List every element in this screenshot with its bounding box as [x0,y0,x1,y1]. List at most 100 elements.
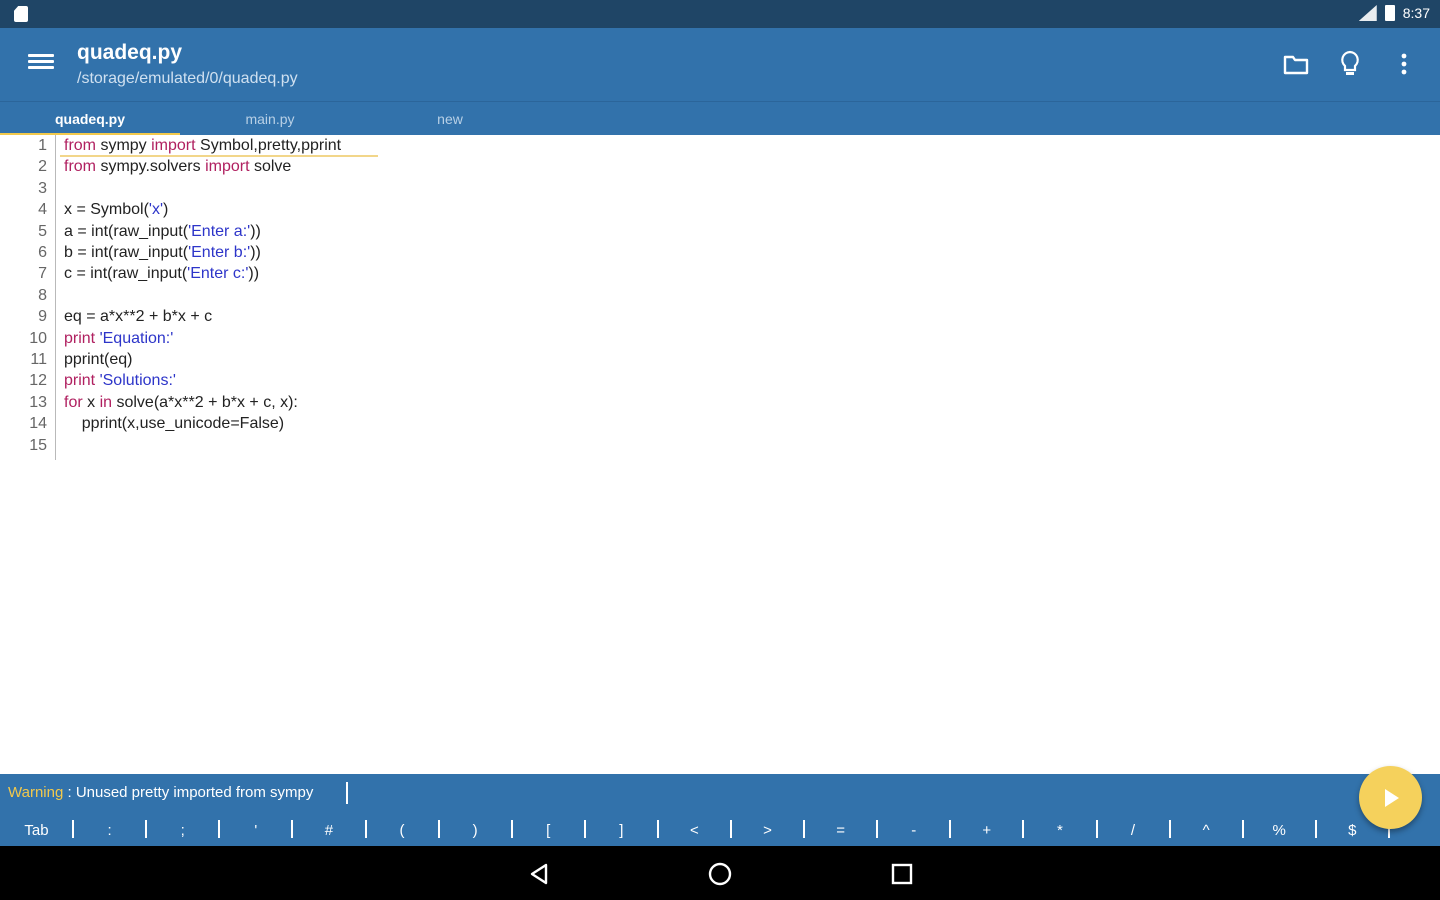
symbol-key[interactable]: ] [585,814,658,846]
symbol-key[interactable]: Tab [0,814,73,846]
symbol-key[interactable]: # [292,814,365,846]
symbol-key[interactable]: - [877,814,950,846]
code-text: pprint(x,use_unicode=False) [64,415,285,433]
code-keyword: from [64,137,96,154]
line-number: 2 [38,158,47,176]
code-line: x = Symbol('x') [64,201,168,219]
folder-icon[interactable] [1280,48,1312,80]
symbol-key[interactable]: > [731,814,804,846]
code-line: b = int(raw_input('Enter b:')) [64,244,261,262]
symbol-key[interactable]: ; [146,814,219,846]
input-cursor [346,782,348,804]
symbol-key[interactable]: + [950,814,1023,846]
code-text: eq = a*x**2 + b*x + c [64,308,213,326]
symbol-key[interactable]: < [658,814,731,846]
more-vert-icon[interactable] [1388,48,1420,80]
file-title: quadeq.py [77,41,183,64]
code-string: 'Solutions:' [99,372,176,390]
code-text: c = int(raw_input( [64,265,188,283]
warning-message: : Unused pretty imported from sympy [63,784,314,801]
code-line: from sympy import Symbol,pretty,pprint [64,137,341,155]
battery-icon [1384,5,1395,21]
code-keyword: import [151,137,196,154]
code-text: x = Symbol( [64,201,149,219]
code-line: c = int(raw_input('Enter c:')) [64,265,259,283]
tab-quadeq[interactable]: quadeq.py [0,102,180,136]
symbol-key[interactable]: ( [366,814,439,846]
code-text: )) [250,244,261,261]
code-keyword: print [64,329,96,347]
tab-new[interactable]: new [360,102,540,136]
symbol-key[interactable]: ' [219,814,292,846]
code-keyword: for [64,393,83,411]
line-number: 7 [38,265,47,283]
symbol-key[interactable]: % [1243,814,1316,846]
code-keyword: print [64,372,96,390]
code-text: pprint(eq) [64,351,133,368]
symbol-key[interactable]: ) [439,814,512,846]
code-text: a = int(raw_input( [64,222,189,240]
line-number: 10 [29,329,47,347]
symbol-key[interactable]: * [1023,814,1096,846]
line-number: 11 [30,351,47,368]
symbol-key-bar: Tab:; ' #()[] < > = - + * / ^% $ [0,814,1440,846]
code-string: 'Equation:' [99,329,174,347]
lightbulb-icon[interactable] [1334,48,1366,80]
code-text: b = int(raw_input( [64,244,189,261]
run-button[interactable] [1359,766,1422,829]
code-keyword: from [64,158,96,176]
code-line: a = int(raw_input('Enter a:')) [64,223,261,241]
file-path: /storage/emulated/0/quadeq.py [77,70,298,87]
recents-square-icon[interactable] [889,861,915,887]
status-bar: 8:37 [0,0,1440,28]
code-string: 'Enter c:' [187,265,249,283]
symbol-key[interactable]: : [73,814,146,846]
symbol-key[interactable]: = [804,814,877,846]
code-text: sympy.solvers [96,158,206,176]
file-tabs: quadeq.py main.py new [0,101,1440,136]
code-string: 'x' [148,201,164,219]
code-line: for x in solve(a*x**2 + b*x + c, x): [64,394,298,412]
hamburger-menu-icon[interactable] [28,51,54,77]
code-text: )) [248,265,260,283]
android-nav-bar [0,846,1440,900]
line-number: 4 [38,201,47,219]
code-text: )) [250,222,261,240]
code-text: Symbol,pretty,pprint [195,137,342,154]
lint-warning: Warning : Unused pretty imported from sy… [8,784,313,801]
line-number: 14 [29,415,47,433]
code-keyword: import [205,158,250,176]
code-text: sympy [96,137,152,154]
symbol-key[interactable]: ^ [1170,814,1243,846]
tab-main[interactable]: main.py [180,102,360,136]
bottom-panel: Warning : Unused pretty imported from sy… [0,774,1440,846]
code-line: eq = a*x**2 + b*x + c [64,308,212,326]
line-number: 15 [29,436,47,454]
app-bar: quadeq.py /storage/emulated/0/quadeq.py [0,28,1440,101]
symbol-key[interactable]: [ [512,814,585,846]
code-keyword: in [99,393,113,411]
code-string: 'Enter a:' [188,222,251,240]
status-time: 8:37 [1402,5,1430,21]
symbol-key[interactable]: / [1097,814,1170,846]
code-text: solve(a*x**2 + b*x + c, x): [112,393,298,411]
code-string: 'Enter b:' [188,244,251,261]
line-number-gutter: 1 2 3 4 5 6 7 8 9 10 11 12 13 14 15 [0,135,56,460]
sd-card-icon [14,6,28,22]
line-number: 1 [38,137,47,154]
line-number: 5 [38,222,47,240]
line-number: 3 [38,179,47,197]
code-text: ) [163,201,169,219]
back-triangle-icon[interactable] [526,861,552,887]
code-line: pprint(eq) [64,351,132,369]
line-number: 9 [38,308,47,326]
code-line: print 'Solutions:' [64,372,176,390]
line-number: 6 [38,244,47,261]
home-circle-icon[interactable] [707,861,733,887]
line-number: 12 [29,372,47,390]
code-line: from sympy.solvers import solve [64,158,291,176]
play-icon [1385,789,1399,807]
signal-icon [1358,5,1377,21]
code-editor[interactable]: 1 2 3 4 5 6 7 8 9 10 11 12 13 14 15 from sympy import … [0,135,1440,774]
line-number: 8 [38,286,47,304]
